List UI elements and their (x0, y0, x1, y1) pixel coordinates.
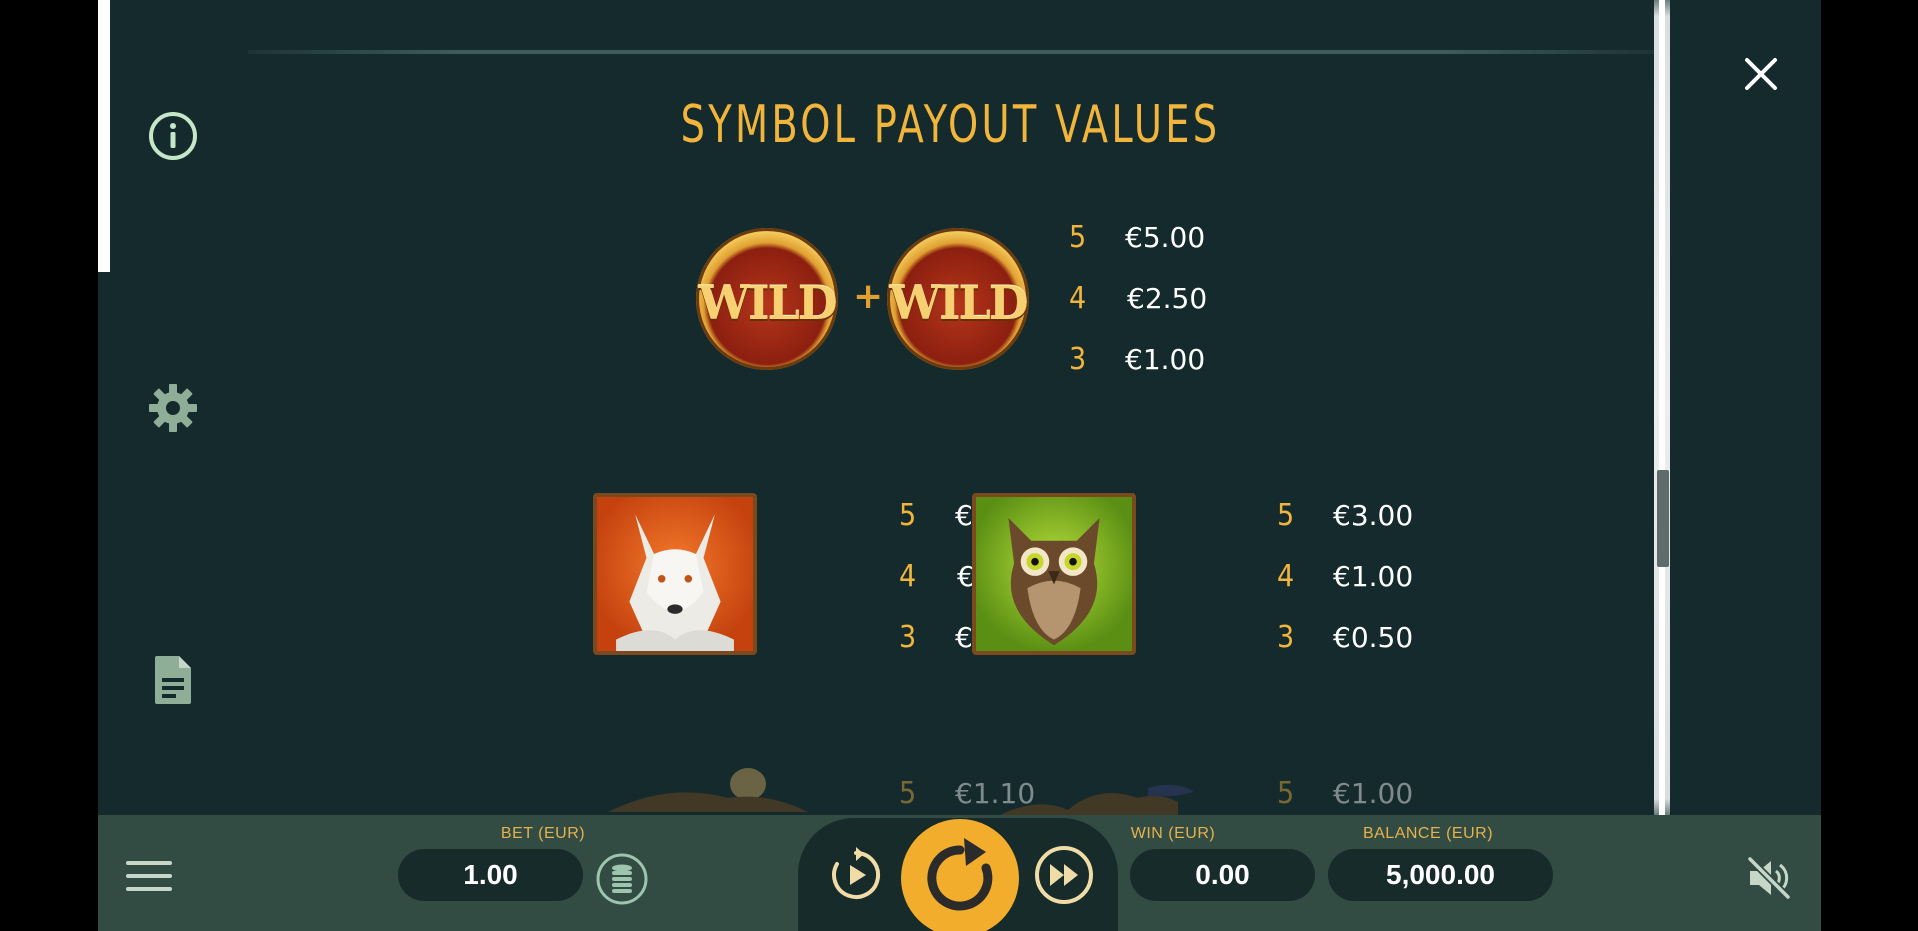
pay-count: 5 (1277, 776, 1295, 811)
wolf-symbol (593, 493, 757, 655)
wild-plus-sign: + (853, 276, 884, 317)
win-value: 0.00 (1130, 849, 1315, 901)
pay-count: 3 (1069, 342, 1087, 377)
scrollbar-thumb[interactable] (1657, 470, 1669, 567)
info-icon[interactable] (147, 110, 199, 162)
partial-symbol-left (608, 768, 808, 812)
gear-icon[interactable] (147, 382, 199, 434)
pay-count: 5 (1069, 220, 1087, 255)
balance-label: BALANCE (EUR) (1362, 825, 1494, 842)
balance-value: 5,000.00 (1328, 849, 1553, 901)
pay-amount: €0.50 (1333, 621, 1414, 654)
pay-amount: €1.00 (1333, 560, 1414, 593)
top-divider (248, 50, 1656, 54)
pay-count: 5 (899, 776, 917, 811)
pay-count: 4 (1277, 559, 1295, 594)
pay-count: 3 (1277, 620, 1295, 655)
paytable-title: SYMBOL PAYOUT VALUES (680, 95, 1221, 155)
fast-forward-icon[interactable] (1034, 845, 1094, 905)
right-panel (1670, 0, 1821, 815)
pay-count: 5 (1277, 498, 1295, 533)
wolf-icon (616, 514, 734, 651)
pay-amount: €5.00 (1125, 221, 1206, 254)
spin-icon (927, 838, 993, 911)
pay-amount: €1.10 (955, 777, 1036, 810)
bet-value[interactable]: 1.00 (398, 849, 583, 901)
owl-symbol (972, 493, 1136, 655)
game-screen: SYMBOL PAYOUT VALUES WILD + WILD 5 €5.00… (98, 0, 1821, 931)
sound-muted-icon[interactable] (1746, 855, 1792, 901)
pay-count: 4 (899, 559, 917, 594)
hamburger-menu-icon[interactable] (126, 861, 172, 895)
pay-amount: €3.00 (1333, 499, 1414, 532)
owl-icon (1008, 517, 1100, 646)
pay-amount: €1.00 (1125, 343, 1206, 376)
scrollbar-track[interactable] (1654, 0, 1670, 815)
pay-count: 3 (899, 620, 917, 655)
spin-button[interactable] (901, 819, 1019, 931)
bet-label: BET (EUR) (500, 825, 586, 842)
left-edge-strip (98, 0, 110, 272)
pay-amount: €1.00 (1333, 777, 1414, 810)
bottom-bar: BET (EUR) 1.00 WIN (EUR) 0.00 BALANCE (E… (98, 815, 1821, 931)
coin-stack-icon[interactable] (595, 852, 649, 906)
win-label: WIN (EUR) (1130, 825, 1216, 842)
wild-symbol-label: WILD (889, 276, 1028, 330)
pay-amount: €2.50 (1127, 282, 1208, 315)
pay-count: 5 (899, 498, 917, 533)
wild-symbol-label: WILD (698, 276, 837, 330)
close-icon[interactable] (1741, 54, 1781, 94)
replay-icon[interactable] (826, 845, 886, 905)
document-icon[interactable] (147, 654, 199, 706)
pay-count: 4 (1069, 281, 1087, 316)
